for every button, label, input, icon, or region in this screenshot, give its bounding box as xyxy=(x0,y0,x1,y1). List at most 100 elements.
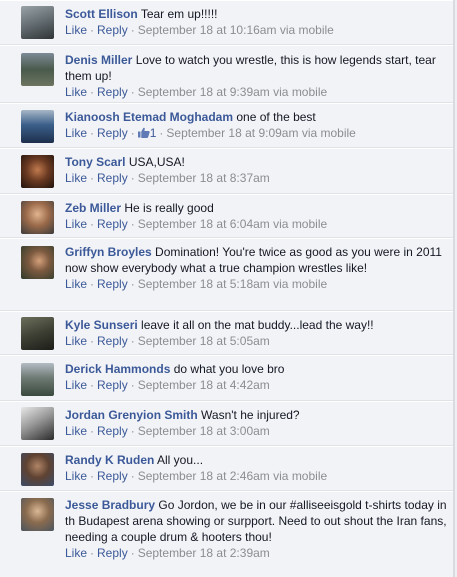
comment-author-link[interactable]: Jesse Bradbury xyxy=(65,498,155,512)
avatar[interactable] xyxy=(21,53,54,86)
comment-author-link[interactable]: Denis Miller xyxy=(65,53,132,67)
comment-timestamp[interactable]: September 18 at 10:16am xyxy=(138,23,277,37)
comment-text: leave it all on the mat buddy...lead the… xyxy=(141,318,374,332)
reply-link[interactable]: Reply xyxy=(97,424,128,438)
comment-meta: Like · Reply · September 18 at 2:39am xyxy=(65,545,447,561)
comment-author-link[interactable]: Kyle Sunseri xyxy=(65,318,138,332)
comment-timestamp[interactable]: September 18 at 5:18am xyxy=(138,277,270,291)
comment-author-link[interactable]: Jordan Grenyion Smith xyxy=(65,408,198,422)
comment-item: Kianoosh Etemad Moghadam one of the best… xyxy=(0,103,455,148)
separator: · xyxy=(130,469,135,483)
reply-link[interactable]: Reply xyxy=(97,277,128,291)
via-mobile-label: via mobile xyxy=(273,85,328,99)
like-link[interactable]: Like xyxy=(65,424,87,438)
comment-meta: Like · Reply · 1 · September 18 at 9:09am via … xyxy=(65,125,447,141)
like-link[interactable]: Like xyxy=(65,85,87,99)
reply-link[interactable]: Reply xyxy=(97,378,128,392)
separator: · xyxy=(90,23,95,37)
via-mobile-label: via mobile xyxy=(273,217,328,231)
avatar[interactable] xyxy=(21,246,54,279)
reply-link[interactable]: Reply xyxy=(97,23,128,37)
comment-item: Tony Scarl USA,USA! Like · Reply · September… xyxy=(0,148,455,194)
comment-meta: Like · Reply · September 18 at 8:37am xyxy=(65,170,447,186)
avatar[interactable] xyxy=(21,201,54,234)
comment-timestamp[interactable]: September 18 at 5:05am xyxy=(138,334,270,348)
comment-item: Jesse Bradbury Go Jordon, we be in our #… xyxy=(0,491,455,577)
avatar[interactable] xyxy=(21,110,54,143)
reply-link[interactable]: Reply xyxy=(97,469,128,483)
comment-timestamp[interactable]: September 18 at 9:39am xyxy=(138,85,270,99)
comment-timestamp[interactable]: September 18 at 6:04am xyxy=(138,217,270,231)
separator: · xyxy=(90,469,95,483)
separator: · xyxy=(90,546,95,560)
separator: · xyxy=(90,378,95,392)
separator: · xyxy=(130,171,135,185)
comment-author-link[interactable]: Scott Ellison xyxy=(65,7,138,21)
avatar[interactable] xyxy=(21,407,54,440)
comment-timestamp[interactable]: September 18 at 2:46am xyxy=(138,469,270,483)
scrollbar[interactable] xyxy=(453,0,455,577)
separator: · xyxy=(130,85,135,99)
comment-meta: Like · Reply · September 18 at 4:42am xyxy=(65,377,447,393)
comment-list: Scott Ellison Tear em up!!!!! Like · Reply… xyxy=(0,0,455,577)
avatar[interactable] xyxy=(21,363,54,396)
comment-meta: Like · Reply · September 18 at 2:46am via mo… xyxy=(65,468,447,484)
comment-item: Randy K Ruden All you... Like · Reply · Sept… xyxy=(0,446,455,491)
reply-link[interactable]: Reply xyxy=(97,217,128,231)
thumbs-up-icon xyxy=(137,127,150,138)
separator: · xyxy=(90,424,95,438)
separator: · xyxy=(130,277,135,291)
comment-text: Wasn't he injured? xyxy=(201,408,300,422)
comment-text: Tear em up!!!!! xyxy=(140,7,218,21)
reply-link[interactable]: Reply xyxy=(97,334,128,348)
comment-timestamp[interactable]: September 18 at 9:09am xyxy=(166,126,298,140)
comment-author-link[interactable]: Zeb Miller xyxy=(65,201,121,215)
separator: · xyxy=(90,334,95,348)
comment-author-link[interactable]: Kianoosh Etemad Moghadam xyxy=(65,110,233,124)
via-mobile-label: via mobile xyxy=(279,23,334,37)
reply-link[interactable]: Reply xyxy=(97,85,128,99)
comment-timestamp[interactable]: September 18 at 2:39am xyxy=(138,546,270,560)
separator: · xyxy=(130,334,135,348)
reply-link[interactable]: Reply xyxy=(97,126,128,140)
avatar[interactable] xyxy=(21,498,54,531)
avatar[interactable] xyxy=(21,155,54,188)
like-link[interactable]: Like xyxy=(65,217,87,231)
comment-item: Griffyn Broyles Domination! You're twice… xyxy=(0,238,455,311)
comment-meta: Like · Reply · September 18 at 3:00am xyxy=(65,423,447,439)
comment-timestamp[interactable]: September 18 at 4:42am xyxy=(138,378,270,392)
comment-author-link[interactable]: Randy K Ruden xyxy=(65,453,154,467)
separator: · xyxy=(90,85,95,99)
like-link[interactable]: Like xyxy=(65,23,87,37)
via-mobile-label: via mobile xyxy=(273,277,328,291)
comment-text: one of the best xyxy=(236,110,316,124)
comment-item: Kyle Sunseri leave it all on the mat bud… xyxy=(0,311,455,355)
comment-item: Scott Ellison Tear em up!!!!! Like · Reply… xyxy=(0,0,455,45)
comment-timestamp[interactable]: September 18 at 8:37am xyxy=(138,171,270,185)
avatar[interactable] xyxy=(21,453,54,486)
like-link[interactable]: Like xyxy=(65,277,87,291)
likes-count-link[interactable]: 1 xyxy=(137,126,156,140)
avatar[interactable] xyxy=(21,317,54,350)
separator: · xyxy=(130,546,135,560)
comment-author-link[interactable]: Derick Hammonds xyxy=(65,362,170,376)
reply-link[interactable]: Reply xyxy=(97,171,128,185)
separator: · xyxy=(90,126,95,140)
like-link[interactable]: Like xyxy=(65,546,87,560)
like-link[interactable]: Like xyxy=(65,171,87,185)
like-link[interactable]: Like xyxy=(65,378,87,392)
comment-text: He is really good xyxy=(124,201,214,215)
comment-meta: Like · Reply · September 18 at 6:04am via mo… xyxy=(65,216,447,232)
like-link[interactable]: Like xyxy=(65,126,87,140)
comment-timestamp[interactable]: September 18 at 3:00am xyxy=(138,424,270,438)
separator: · xyxy=(130,126,135,140)
comment-author-link[interactable]: Griffyn Broyles xyxy=(65,245,152,259)
comment-text: do what you love bro xyxy=(173,362,285,376)
comment-author-link[interactable]: Tony Scarl xyxy=(65,155,125,169)
like-link[interactable]: Like xyxy=(65,469,87,483)
comment-item: Jordan Grenyion Smith Wasn't he injured?… xyxy=(0,401,455,446)
separator: · xyxy=(130,424,135,438)
like-link[interactable]: Like xyxy=(65,334,87,348)
avatar[interactable] xyxy=(21,6,54,39)
reply-link[interactable]: Reply xyxy=(97,546,128,560)
